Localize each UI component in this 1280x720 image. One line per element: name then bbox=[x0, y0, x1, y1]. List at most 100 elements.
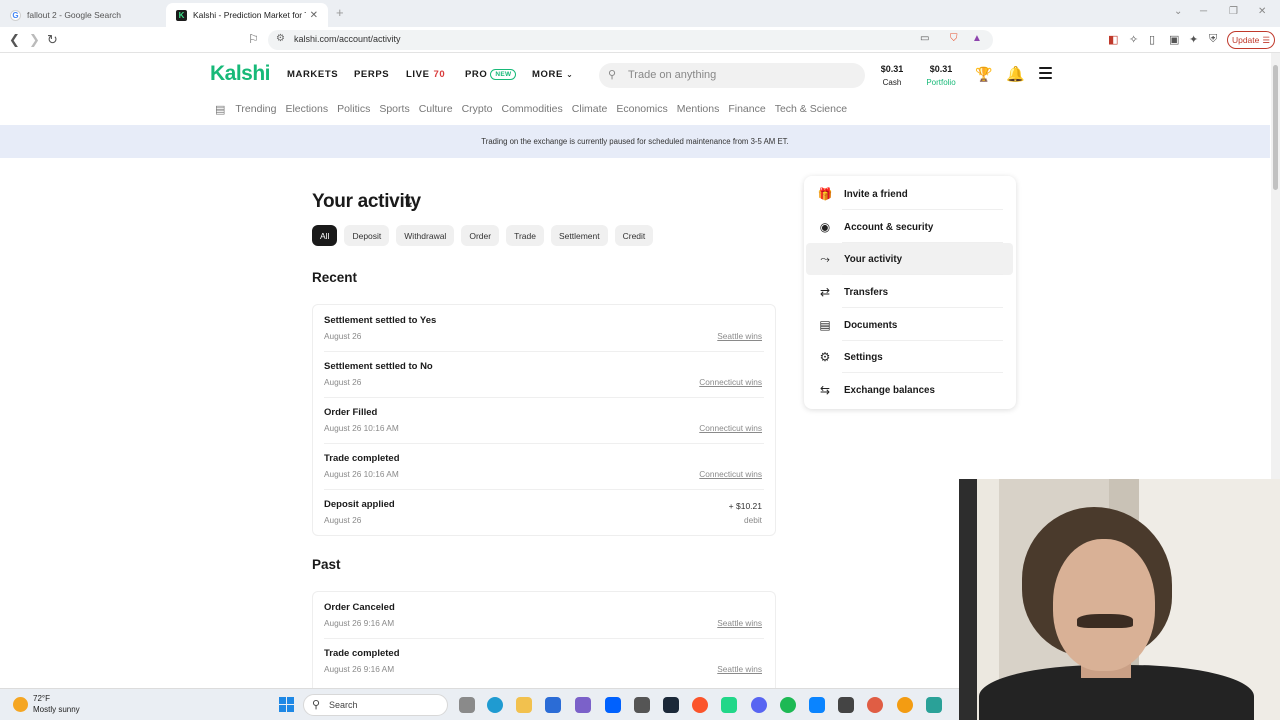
menu-item-transfers[interactable]: ⇄ Transfers bbox=[806, 276, 1013, 308]
close-window-icon[interactable]: ✕ bbox=[1258, 6, 1266, 17]
download-icon[interactable]: ⤓ bbox=[406, 194, 412, 210]
market-link[interactable]: Connecticut wins bbox=[699, 469, 762, 479]
trophy-icon[interactable]: 🏆 bbox=[975, 66, 992, 83]
cast-icon[interactable]: ▭ bbox=[920, 33, 929, 44]
category-mentions[interactable]: Mentions bbox=[677, 103, 720, 117]
spotify-icon[interactable] bbox=[780, 697, 796, 713]
category-trending[interactable]: Trending bbox=[235, 103, 276, 117]
tab-kalshi[interactable]: K Kalshi - Prediction Market for Tr ✕ bbox=[166, 3, 328, 27]
app-icon-2[interactable] bbox=[838, 697, 854, 713]
extensions-puzzle-icon[interactable]: ✧ bbox=[1129, 33, 1138, 46]
outlook-icon[interactable] bbox=[545, 697, 561, 713]
category-crypto[interactable]: Crypto bbox=[462, 103, 493, 117]
maximize-icon[interactable]: ❐ bbox=[1229, 6, 1238, 17]
category-finance[interactable]: Finance bbox=[728, 103, 765, 117]
hamburger-menu-icon[interactable] bbox=[1039, 67, 1052, 79]
minimize-icon[interactable]: ─ bbox=[1200, 6, 1207, 17]
wallet-icon[interactable]: ▣ bbox=[1169, 33, 1179, 46]
url-field[interactable]: ⚙ kalshi.com/account/activity ▭ ⛉ ▲ bbox=[268, 30, 993, 50]
category-commodities[interactable]: Commodities bbox=[502, 103, 563, 117]
market-link[interactable]: Seattle wins bbox=[717, 331, 762, 341]
menu-item-settings[interactable]: ⚙ Settings bbox=[806, 341, 1013, 373]
steam-icon[interactable] bbox=[663, 697, 679, 713]
taskbar-search[interactable]: ⚲ Search bbox=[303, 694, 448, 716]
nav-perps[interactable]: PERPS bbox=[354, 69, 389, 80]
menu-item-your-activity[interactable]: ⤳ Your activity bbox=[806, 243, 1013, 275]
weather-widget[interactable]: 72°F Mostly sunny bbox=[33, 693, 80, 715]
windows-start-icon[interactable] bbox=[279, 697, 294, 712]
brave-rewards-icon[interactable]: ▲ bbox=[972, 33, 982, 44]
blender-icon[interactable] bbox=[897, 697, 913, 713]
list-item[interactable]: Order Filled August 26 10:16 AM Connecti… bbox=[313, 397, 775, 443]
list-item[interactable]: Order Canceled August 26 9:16 AM Seattle… bbox=[313, 592, 775, 638]
dropbox-icon[interactable] bbox=[605, 697, 621, 713]
maintenance-banner: Trading on the exchange is currently pau… bbox=[0, 125, 1270, 158]
filter-settlement[interactable]: Settlement bbox=[550, 225, 608, 246]
list-icon[interactable]: ▤ bbox=[215, 103, 225, 117]
filter-withdrawal[interactable]: Withdrawal bbox=[396, 225, 455, 246]
new-tab-button[interactable]: + bbox=[336, 5, 344, 20]
category-climate[interactable]: Climate bbox=[572, 103, 608, 117]
nav-more[interactable]: MORE ⌄ bbox=[532, 69, 573, 80]
search-input[interactable]: ⚲ Trade on anything bbox=[599, 63, 865, 88]
list-item[interactable]: Settlement settled to No August 26 Conne… bbox=[313, 351, 775, 397]
update-button[interactable]: Update ☰ bbox=[1227, 31, 1275, 49]
nav-markets[interactable]: MARKETS bbox=[287, 69, 338, 80]
list-item[interactable]: Settlement settled to Yes August 26 Seat… bbox=[313, 305, 775, 351]
tab-search-icon[interactable]: ⌄ bbox=[1174, 6, 1182, 17]
reload-icon[interactable]: ↻ bbox=[47, 32, 58, 48]
brave-browser-icon[interactable] bbox=[692, 697, 708, 713]
market-link[interactable]: Connecticut wins bbox=[699, 377, 762, 387]
category-elections[interactable]: Elections bbox=[285, 103, 328, 117]
file-explorer-icon[interactable] bbox=[516, 697, 532, 713]
bell-icon[interactable]: 🔔 bbox=[1006, 65, 1025, 83]
vpn-icon[interactable]: ⛨ bbox=[1209, 33, 1217, 46]
list-item[interactable]: Deposit applied August 26 + $10.21 debit bbox=[313, 489, 775, 535]
pycharm-icon[interactable] bbox=[721, 697, 737, 713]
app-icon-4[interactable] bbox=[926, 697, 942, 713]
scrollbar-thumb[interactable] bbox=[1273, 65, 1278, 190]
close-tab-icon[interactable]: ✕ bbox=[310, 10, 318, 21]
edge-icon[interactable] bbox=[487, 697, 503, 713]
vscode-icon[interactable] bbox=[809, 697, 825, 713]
tab-google-search[interactable]: G fallout 2 - Google Search bbox=[0, 3, 166, 27]
filter-order[interactable]: Order bbox=[461, 225, 500, 246]
filter-credit[interactable]: Credit bbox=[614, 225, 654, 246]
kalshi-logo[interactable]: Kalshi bbox=[210, 62, 271, 86]
sidebar-icon[interactable]: ▯ bbox=[1149, 33, 1155, 46]
filter-trade[interactable]: Trade bbox=[506, 225, 544, 246]
cash-balance[interactable]: $0.31 Cash bbox=[878, 63, 906, 89]
list-item[interactable]: Trade completed August 26 10:16 AM Conne… bbox=[313, 443, 775, 489]
category-politics[interactable]: Politics bbox=[337, 103, 370, 117]
menu-item-account-security[interactable]: ◉ Account & security bbox=[806, 211, 1013, 243]
category-economics[interactable]: Economics bbox=[616, 103, 667, 117]
bookmark-icon[interactable]: ⚐ bbox=[248, 32, 259, 46]
menu-item-invite[interactable]: 🎁 Invite a friend bbox=[806, 178, 1013, 210]
app-icon[interactable] bbox=[575, 697, 591, 713]
menu-item-exchange-balances[interactable]: ⇆ Exchange balances bbox=[806, 374, 1013, 406]
nav-pro[interactable]: PRO NEW bbox=[465, 69, 517, 80]
task-view-icon[interactable] bbox=[459, 697, 475, 713]
filter-all[interactable]: All bbox=[312, 225, 338, 246]
market-link[interactable]: Connecticut wins bbox=[699, 423, 762, 433]
category-culture[interactable]: Culture bbox=[419, 103, 453, 117]
market-link[interactable]: Seattle wins bbox=[717, 618, 762, 628]
back-icon[interactable]: ❮ bbox=[9, 32, 20, 48]
list-item[interactable]: Trade completed August 26 9:16 AM Seattl… bbox=[313, 638, 775, 684]
weather-sun-icon[interactable] bbox=[13, 697, 28, 712]
market-link[interactable]: Seattle wins bbox=[717, 664, 762, 674]
forward-icon[interactable]: ❯ bbox=[29, 32, 40, 48]
discord-icon[interactable] bbox=[751, 697, 767, 713]
category-tech-science[interactable]: Tech & Science bbox=[775, 103, 847, 117]
category-sports[interactable]: Sports bbox=[379, 103, 409, 117]
extension-icon[interactable]: ◧ bbox=[1108, 33, 1118, 46]
leo-ai-icon[interactable]: ✦ bbox=[1189, 33, 1198, 46]
site-info-icon[interactable]: ⚙ bbox=[276, 33, 285, 44]
nav-live[interactable]: LIVE 70 bbox=[406, 69, 445, 80]
menu-item-documents[interactable]: ▤ Documents bbox=[806, 309, 1013, 341]
brave-shield-icon[interactable]: ⛉ bbox=[950, 33, 958, 44]
app-icon-3[interactable] bbox=[867, 697, 883, 713]
portfolio-balance[interactable]: $0.31 Portfolio bbox=[924, 63, 958, 89]
filter-deposit[interactable]: Deposit bbox=[344, 225, 390, 246]
store-icon[interactable] bbox=[634, 697, 650, 713]
